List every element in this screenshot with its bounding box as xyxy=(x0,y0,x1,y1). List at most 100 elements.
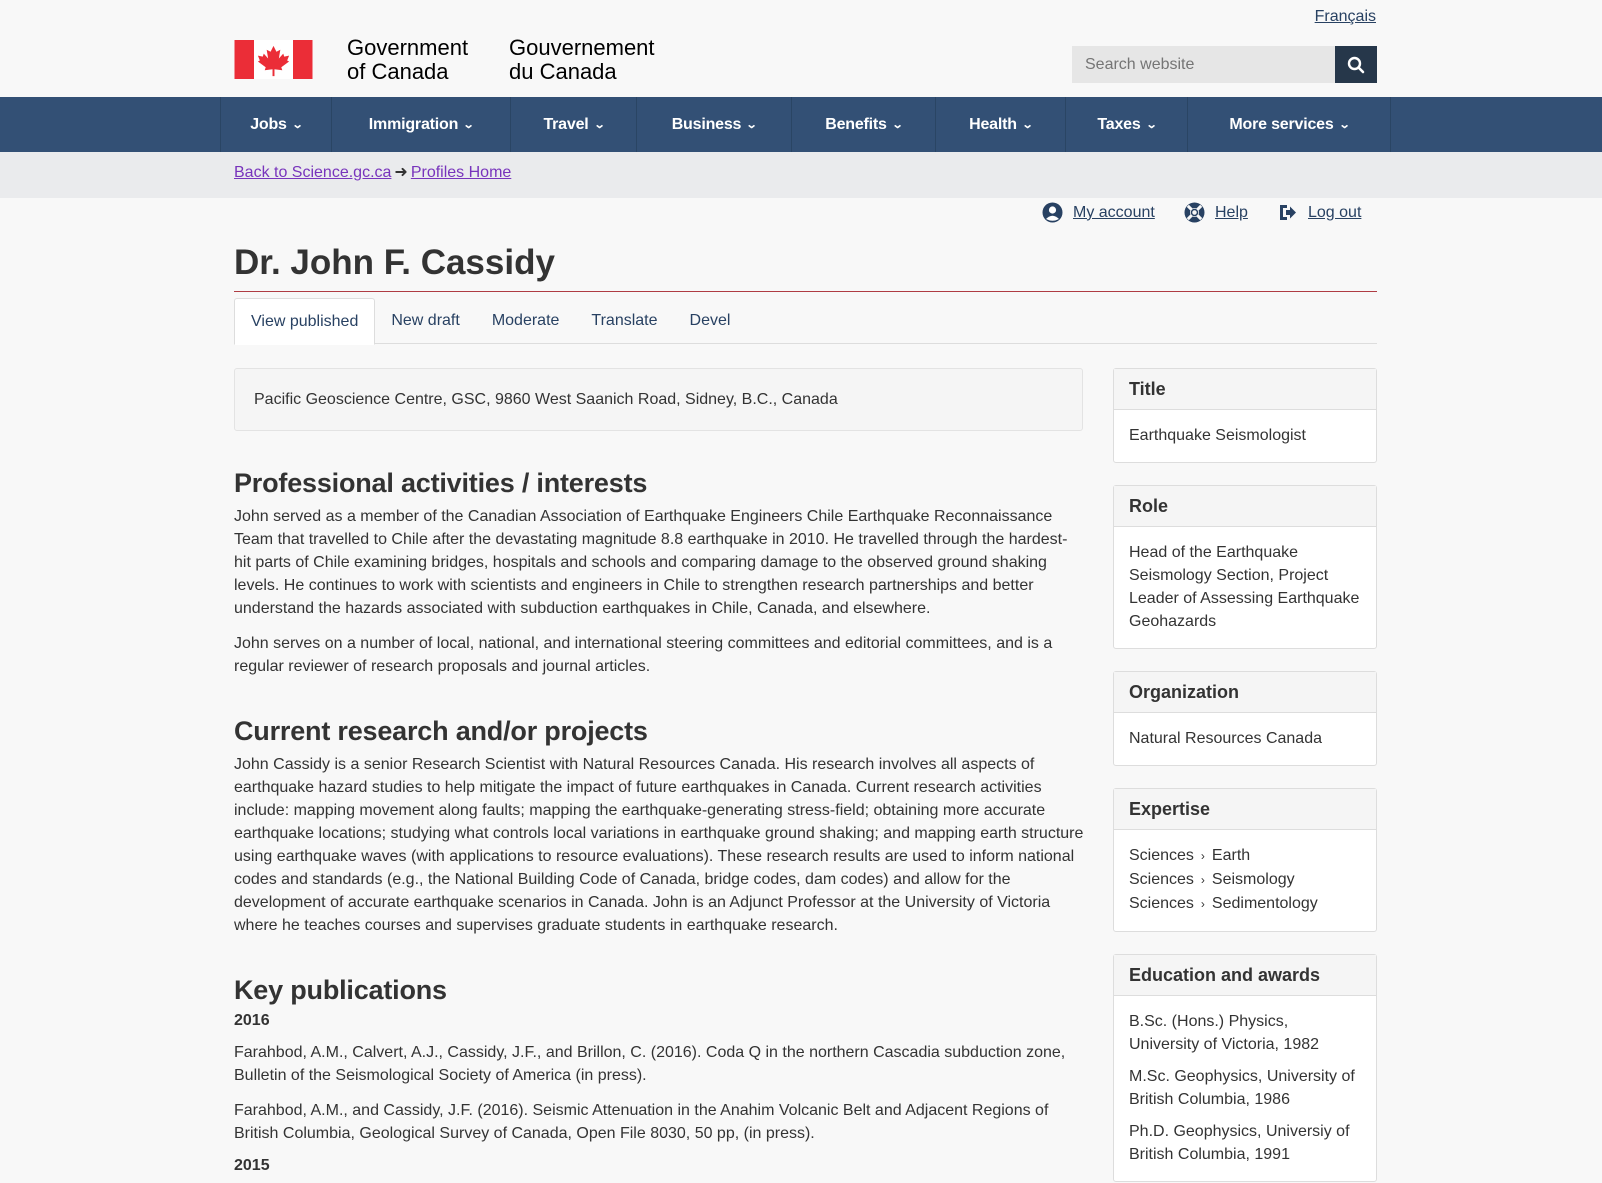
publication-year: 2016 xyxy=(234,1012,270,1029)
breadcrumb-back-science[interactable]: Back to Science.gc.ca xyxy=(234,164,391,181)
breadcrumb-profiles-home[interactable]: Profiles Home xyxy=(411,164,511,181)
panel-body: B.Sc. (Hons.) Physics, University of Vic… xyxy=(1114,996,1376,1181)
search-button[interactable] xyxy=(1335,46,1377,83)
my-account-link[interactable]: My account xyxy=(1042,202,1155,223)
publication-entry: Farahbod, A.M., Calvert, A.J., Cassidy, … xyxy=(234,1044,1066,1084)
panel-body: Natural Resources Canada xyxy=(1129,730,1322,747)
role-panel: Role Head of the Earthquake Seismology S… xyxy=(1113,485,1377,649)
chevron-down-icon: ⌄ xyxy=(1145,119,1157,131)
chevron-down-icon: ⌄ xyxy=(291,119,304,131)
tab-translate[interactable]: Translate xyxy=(575,298,673,344)
breadcrumb-separator: › xyxy=(1200,873,1205,887)
signature-fr-line2: du Canada xyxy=(509,59,617,84)
chevron-down-icon: ⌄ xyxy=(593,119,605,131)
profile-tabs: View published New draft Moderate Transl… xyxy=(234,298,1377,345)
expertise-panel: Expertise Sciences › Earth Sciences › Seismo… xyxy=(1113,788,1377,932)
chevron-down-icon: ⌄ xyxy=(1338,119,1350,131)
paragraph: John Cassidy is a senior Research Scient… xyxy=(234,756,1084,934)
language-toggle-link[interactable]: Français xyxy=(1315,8,1376,26)
logout-link[interactable]: Log out xyxy=(1277,202,1361,223)
menu-item-label: Travel xyxy=(543,115,589,133)
menu-item-label: Health xyxy=(969,115,1017,133)
search-input[interactable] xyxy=(1072,46,1335,83)
menu-item-more-services[interactable]: More services ⌄ xyxy=(1188,97,1391,152)
search-icon xyxy=(1347,56,1365,73)
section-heading: Current research and/or projects xyxy=(234,716,648,746)
menu-item-label: Immigration xyxy=(368,115,459,133)
breadcrumb: Back to Science.gc.ca ➜ Profiles Home xyxy=(234,162,511,182)
tab-new-draft[interactable]: New draft xyxy=(375,298,475,344)
signature-french[interactable]: Gouvernement du Canada xyxy=(509,36,655,84)
site-header: Français Government of Canada Gouverneme… xyxy=(0,0,1602,97)
chevron-down-icon: ⌄ xyxy=(462,119,475,131)
panel-heading: Role xyxy=(1114,486,1376,527)
tab-view-published[interactable]: View published xyxy=(234,298,376,345)
menu-item-label: Business xyxy=(671,115,742,133)
sidebar: Title Earthquake Seismologist Role Head … xyxy=(1113,368,1377,1183)
panel-heading: Education and awards xyxy=(1114,955,1376,996)
expertise-row: Sciences › Earth xyxy=(1129,844,1361,868)
menu-item-jobs[interactable]: Jobs ⌄ xyxy=(221,97,332,152)
title-divider xyxy=(234,291,1377,292)
expertise-row: Sciences › Seismology xyxy=(1129,868,1361,892)
publication-entry: Farahbod, A.M., and Cassidy, J.F. (2016)… xyxy=(234,1102,1049,1142)
menu-item-label: More services xyxy=(1229,115,1334,133)
page-title: Dr. John F. Cassidy xyxy=(234,243,555,282)
panel-heading: Title xyxy=(1114,369,1376,410)
help-link[interactable]: Help xyxy=(1184,202,1248,223)
signature-fr-line1: Gouvernement xyxy=(509,35,655,60)
research-section: Current research and/or projects John Ca… xyxy=(234,714,1084,937)
menu-item-health[interactable]: Health ⌄ xyxy=(936,97,1066,152)
menu-item-label: Jobs xyxy=(250,115,287,133)
main-menu: Jobs ⌄ Immigration ⌄ Travel ⌄ Business ⌄ Ben… xyxy=(220,97,1391,152)
panel-heading: Organization xyxy=(1114,672,1376,713)
education-panel: Education and awards B.Sc. (Hons.) Physi… xyxy=(1113,954,1377,1182)
paragraph: John served as a member of the Canadian … xyxy=(234,508,1068,617)
chevron-down-icon: ⌄ xyxy=(745,119,758,131)
expertise-parent: Sciences xyxy=(1129,871,1194,888)
expertise-child: Earth xyxy=(1211,847,1251,864)
breadcrumb-separator: › xyxy=(1200,849,1205,863)
expertise-parent: Sciences xyxy=(1129,895,1194,912)
menu-item-business[interactable]: Business ⌄ xyxy=(637,97,792,152)
title-panel: Title Earthquake Seismologist xyxy=(1113,368,1377,463)
activities-section: Professional activities / interests John… xyxy=(234,466,1084,678)
main-content: Professional activities / interests John… xyxy=(234,466,1084,1183)
logout-label: Log out xyxy=(1308,203,1362,221)
menu-item-label: Benefits xyxy=(825,115,887,133)
publication-year: 2015 xyxy=(234,1157,270,1174)
publications-section: Key publications 2016 Farahbod, A.M., Ca… xyxy=(234,973,1084,1175)
chevron-down-icon: ⌄ xyxy=(1021,119,1034,131)
section-heading: Professional activities / interests xyxy=(234,468,648,498)
signature-en-line1: Government xyxy=(347,35,469,60)
paragraph: John serves on a number of local, nation… xyxy=(234,635,1053,675)
panel-heading: Expertise xyxy=(1114,789,1376,830)
address-well: Pacific Geoscience Centre, GSC, 9860 Wes… xyxy=(234,368,1083,431)
education-item: B.Sc. (Hons.) Physics, University of Vic… xyxy=(1129,1013,1320,1053)
menu-item-label: Taxes xyxy=(1097,115,1141,133)
help-label: Help xyxy=(1215,203,1248,221)
menu-item-immigration[interactable]: Immigration ⌄ xyxy=(332,97,511,152)
menu-item-travel[interactable]: Travel ⌄ xyxy=(511,97,637,152)
expertise-child: Sedimentology xyxy=(1211,895,1318,912)
signature-english[interactable]: Government of Canada xyxy=(347,36,468,84)
menu-item-taxes[interactable]: Taxes ⌄ xyxy=(1066,97,1188,152)
logout-icon xyxy=(1277,202,1298,223)
user-icon xyxy=(1042,202,1063,223)
expertise-child: Seismology xyxy=(1211,871,1295,888)
my-account-label: My account xyxy=(1073,203,1155,221)
arrow-right-icon: ➜ xyxy=(394,164,408,181)
tab-moderate[interactable]: Moderate xyxy=(476,298,576,344)
education-item: Ph.D. Geophysics, Universiy of British C… xyxy=(1129,1123,1350,1163)
panel-body: Head of the Earthquake Seismology Sectio… xyxy=(1129,544,1360,630)
chevron-down-icon: ⌄ xyxy=(891,119,904,131)
main-menu-bar: Jobs ⌄ Immigration ⌄ Travel ⌄ Business ⌄ Ben… xyxy=(0,97,1602,152)
expertise-row: Sciences › Sedimentology xyxy=(1129,892,1361,916)
tab-devel[interactable]: Devel xyxy=(674,298,747,344)
organization-panel: Organization Natural Resources Canada xyxy=(1113,671,1377,766)
expertise-parent: Sciences xyxy=(1129,847,1194,864)
signature-en-line2: of Canada xyxy=(347,59,449,84)
lifebuoy-icon xyxy=(1184,202,1205,223)
menu-item-benefits[interactable]: Benefits ⌄ xyxy=(792,97,936,152)
panel-body: Sciences › Earth Sciences › Seismology Scien… xyxy=(1114,830,1376,931)
